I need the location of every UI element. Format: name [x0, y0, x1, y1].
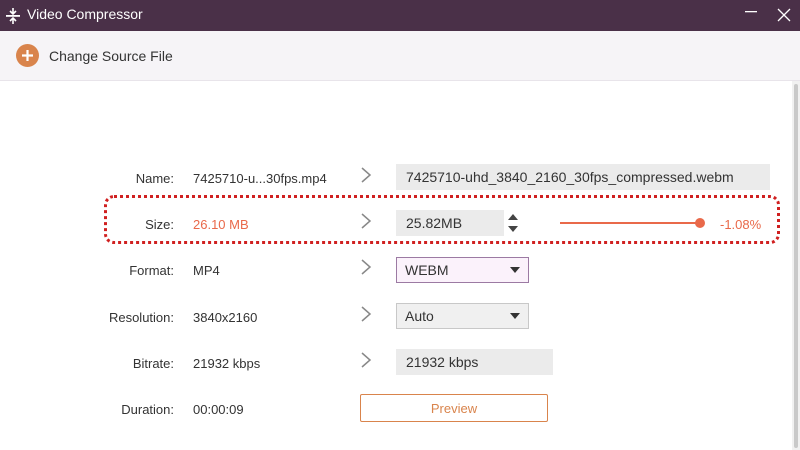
resolution-selected-value: Auto [405, 308, 434, 324]
chevron-right-icon [361, 306, 372, 322]
output-bitrate-value: 21932 kbps [406, 354, 479, 370]
source-resolution-value: 3840x2160 [193, 310, 258, 325]
toolbar: Change Source File [0, 31, 800, 81]
change-source-file-button[interactable]: Change Source File [16, 44, 173, 67]
resolution-label: Resolution: [108, 310, 174, 325]
output-bitrate-field[interactable]: 21932 kbps [396, 349, 553, 375]
close-button[interactable] [771, 3, 797, 27]
chevron-right-icon [361, 167, 372, 183]
preview-label: Preview [430, 400, 478, 416]
preview-button[interactable]: Preview [360, 394, 548, 422]
duration-label: Duration: [121, 402, 174, 417]
chevron-right-icon [361, 352, 372, 368]
minimize-icon [745, 11, 757, 13]
scrollbar-thumb[interactable] [794, 84, 798, 448]
title-bar: Video Compressor [0, 0, 800, 31]
change-source-file-label: Change Source File [49, 47, 173, 64]
resolution-dropdown[interactable]: Auto [396, 303, 529, 329]
source-format-value: MP4 [193, 263, 220, 278]
window-title: Video Compressor [27, 6, 143, 22]
plus-icon [16, 44, 39, 67]
bitrate-label: Bitrate: [132, 356, 174, 371]
name-label: Name: [135, 171, 174, 186]
format-label: Format: [129, 263, 174, 278]
output-name-value: 7425710-uhd_3840_2160_30fps_compressed.w… [406, 169, 734, 185]
size-row-highlight [104, 195, 780, 244]
minimize-button[interactable] [738, 3, 764, 27]
format-selected-value: WEBM [405, 262, 449, 278]
source-name-value: 7425710-u...30fps.mp4 [193, 171, 327, 186]
close-icon [777, 8, 791, 22]
chevron-down-icon [510, 267, 520, 273]
output-name-field[interactable]: 7425710-uhd_3840_2160_30fps_compressed.w… [396, 164, 770, 190]
compress-icon [6, 8, 20, 24]
source-duration-value: 00:00:09 [193, 402, 244, 417]
chevron-right-icon [361, 259, 372, 275]
format-dropdown[interactable]: WEBM [396, 257, 529, 283]
source-bitrate-value: 21932 kbps [193, 356, 261, 371]
chevron-down-icon [510, 313, 520, 319]
